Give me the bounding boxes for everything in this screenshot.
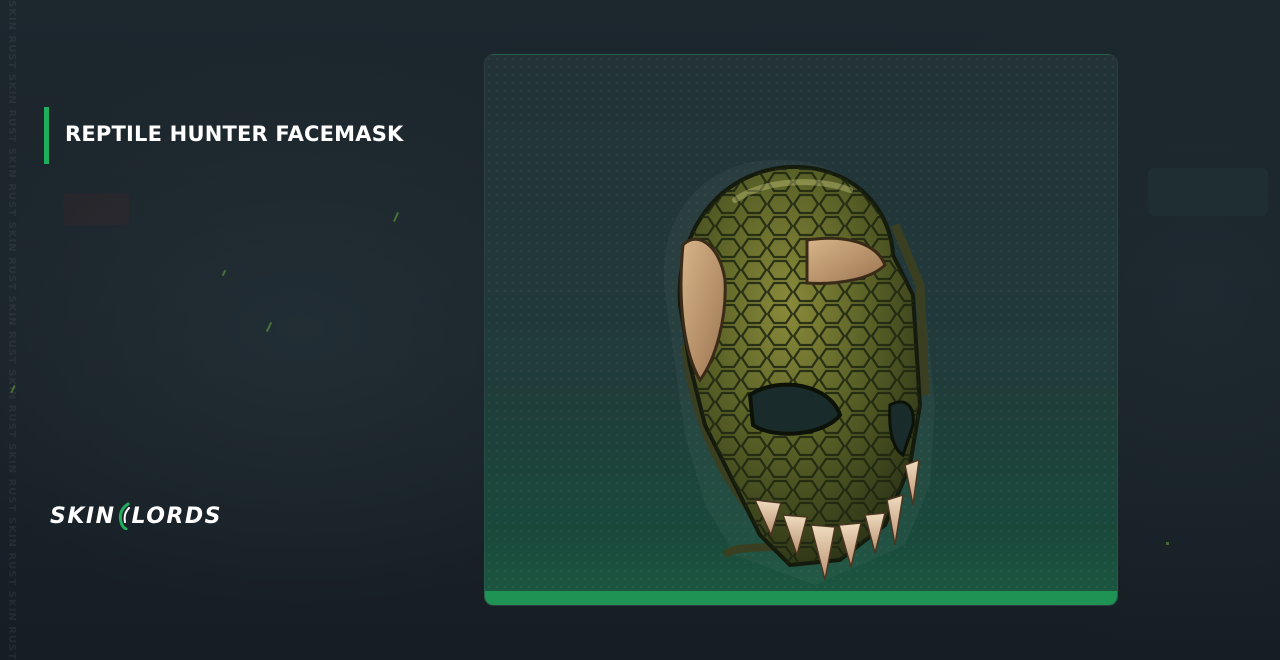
faint-badge xyxy=(63,193,129,225)
card-rarity-bar xyxy=(485,591,1117,605)
title-accent-bar xyxy=(44,107,49,164)
skinlords-logo: SKIN LORDS xyxy=(50,500,222,532)
logo-text-left: SKIN xyxy=(50,503,116,529)
reptile-hunter-facemask-image-icon xyxy=(663,159,935,585)
logo-text-right: LORDS xyxy=(131,503,222,529)
decor-speck xyxy=(1166,542,1169,545)
item-card[interactable] xyxy=(484,54,1118,606)
side-watermark-text: SKIN RUST SKIN RUST SKIN RUST SKIN RUST … xyxy=(6,0,17,660)
item-title: REPTILE HUNTER FACEMASK xyxy=(65,122,404,146)
background-ghost-panel xyxy=(1148,168,1268,216)
skinlords-logo-mark-icon xyxy=(118,502,130,530)
